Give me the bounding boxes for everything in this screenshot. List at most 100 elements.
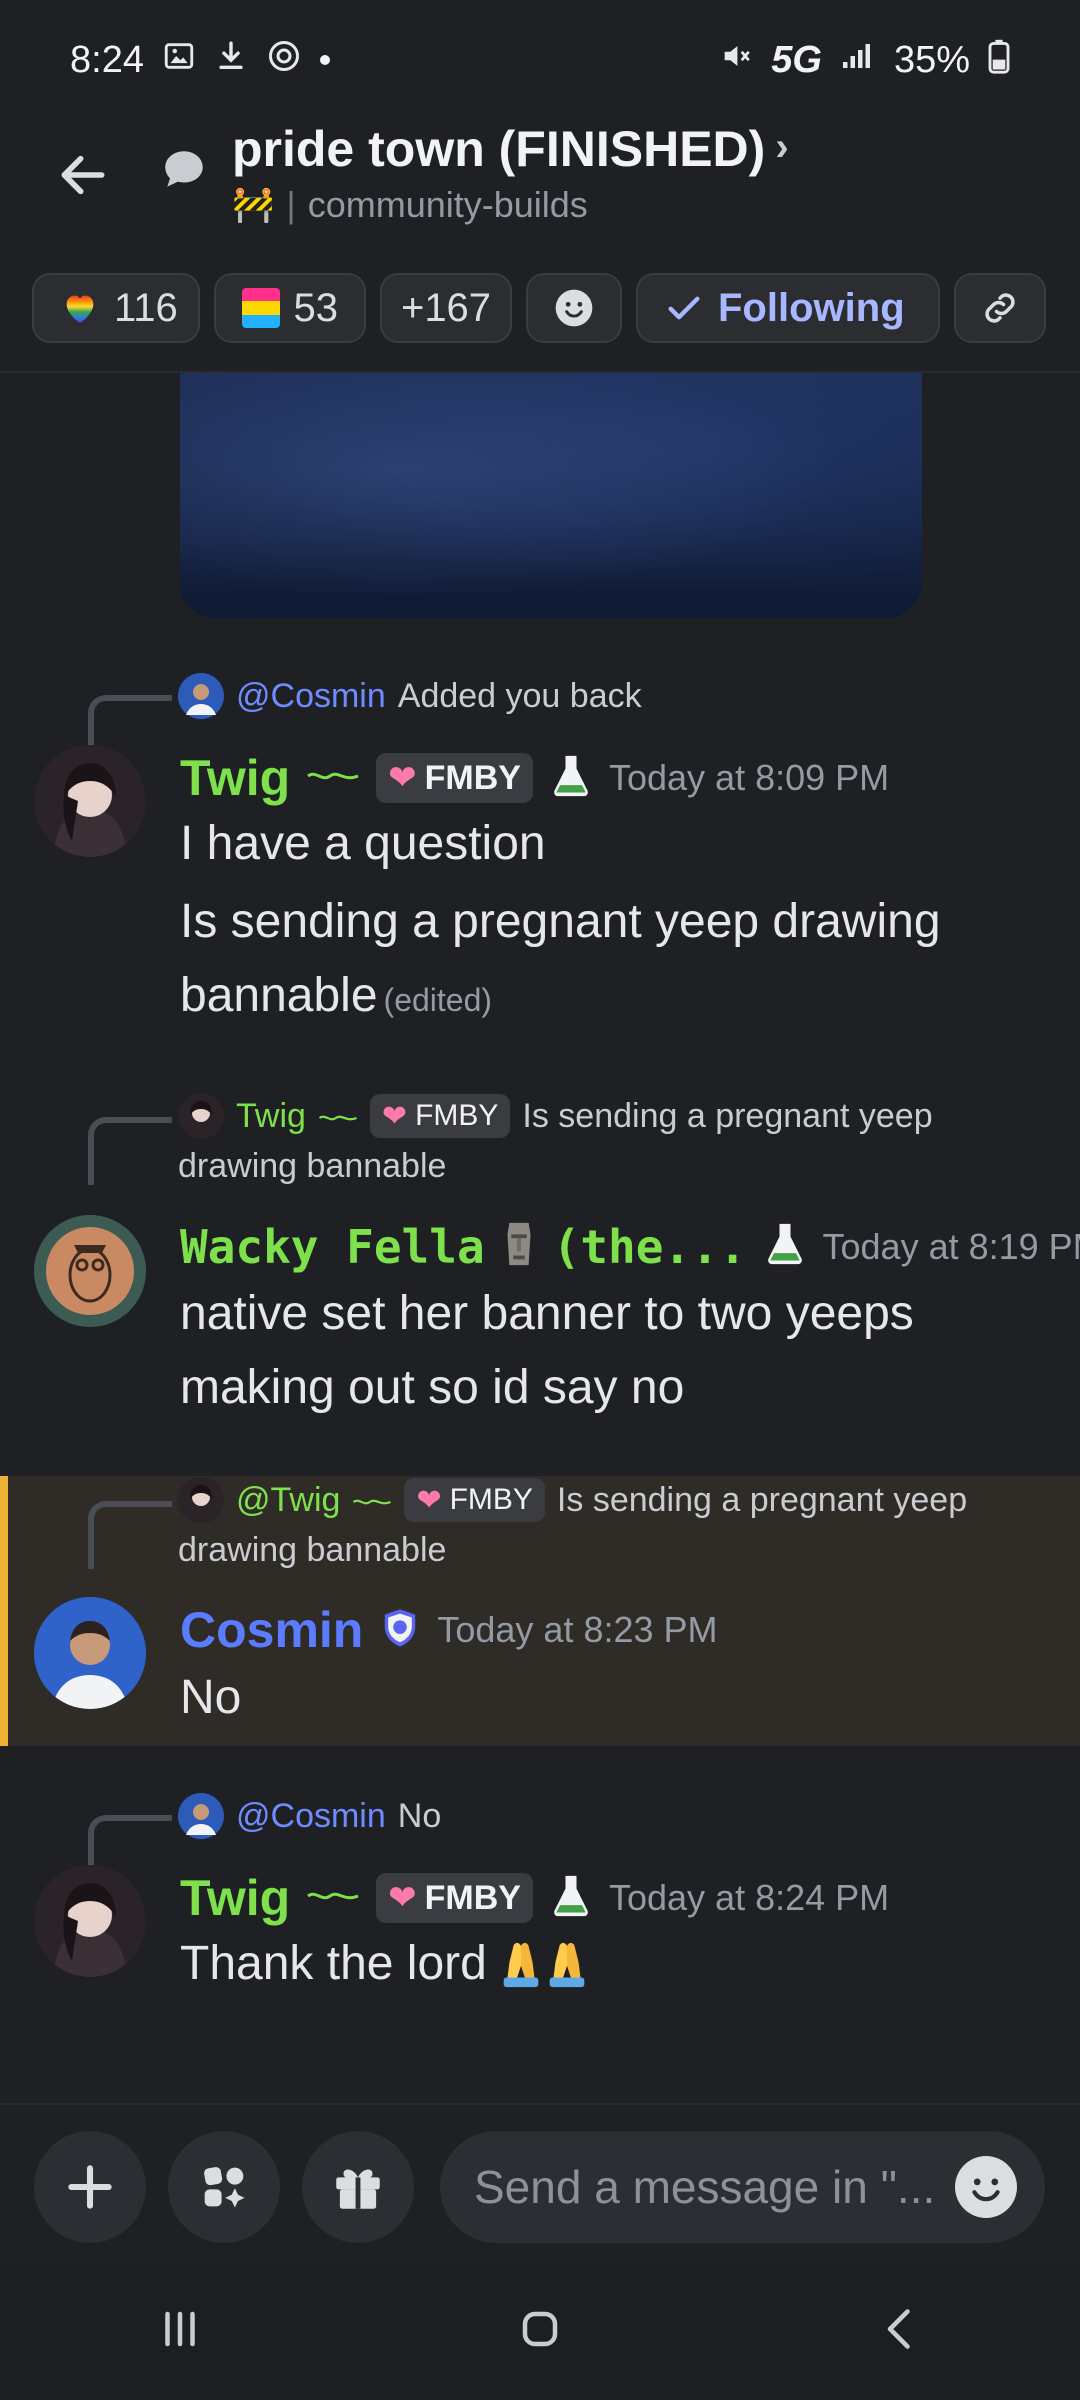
copy-link-button[interactable] <box>954 273 1046 343</box>
following-button[interactable]: Following <box>636 273 940 343</box>
reply-mention: @Cosmin <box>236 1796 386 1835</box>
chevron-right-icon: › <box>775 125 789 169</box>
avatar-wacky-fella[interactable] <box>34 1215 146 1327</box>
author-name[interactable]: Cosmin <box>180 1601 363 1659</box>
discord-staff-shield-icon <box>379 1606 421 1655</box>
message-line: bannable (edited) <box>180 959 941 1037</box>
more-reactions-button[interactable]: +167 <box>380 273 512 343</box>
vine-icon <box>352 1481 392 1520</box>
reply-avatar-cosmin <box>178 673 224 719</box>
attach-button[interactable] <box>34 2131 146 2243</box>
avatar-cosmin[interactable] <box>34 1597 146 1709</box>
reply-avatar-cosmin <box>178 1793 224 1839</box>
apps-button[interactable] <box>168 2131 280 2243</box>
flask-icon <box>549 1872 593 1925</box>
pan-flag-icon <box>242 288 280 328</box>
edited-label: (edited) <box>383 982 493 1018</box>
channel-name: community-builds <box>307 184 588 225</box>
message-line: Is sending a pregnant yeep drawing <box>180 885 941 959</box>
status-bar: 8:24 5G 35% <box>0 0 1080 120</box>
battery-icon <box>988 38 1010 83</box>
reply-connector <box>88 1117 172 1185</box>
reaction-pan-flag[interactable]: 53 <box>214 273 366 343</box>
reply-server-tag: ❤ FMBY <box>369 1094 511 1138</box>
message-time: Today at 8:23 PM <box>437 1609 718 1650</box>
reaction-rainbow-heart[interactable]: 116 <box>32 273 200 343</box>
reply-preview[interactable]: @Cosmin No <box>178 1793 441 1839</box>
reply-preview[interactable]: Twig ❤ FMBY Is sending a pregnant yeep <box>178 1093 933 1139</box>
gallery-icon <box>162 39 196 82</box>
reply-mention: @Cosmin <box>236 676 386 715</box>
message-input[interactable]: Send a message in "... <box>440 2131 1045 2243</box>
message-time: Today at 8:09 PM <box>608 757 890 798</box>
pink-heart-icon: ❤ <box>381 1099 408 1133</box>
rainbow-heart-icon <box>60 288 100 328</box>
message-time: Today at 8:19 PM <box>822 1225 1080 1267</box>
moai-icon <box>501 1219 537 1274</box>
flask-icon <box>549 752 593 805</box>
thread-title-button[interactable]: pride town (FINISHED) › <box>232 120 789 178</box>
home-button[interactable] <box>510 2299 570 2364</box>
reply-avatar-twig <box>178 1477 224 1523</box>
construction-icon: 🚧 <box>232 186 275 224</box>
add-reaction-button[interactable] <box>526 273 622 343</box>
back-button[interactable] <box>48 140 118 210</box>
message-body: I have a question Is sending a pregnant … <box>180 807 941 1037</box>
avatar-twig[interactable] <box>34 745 146 857</box>
message-line: making out so id say no <box>180 1361 685 1414</box>
message-twig-2: @Cosmin No Twig ❤ FMBY Today at 8:24 PM <box>0 1793 1080 2053</box>
avatar-twig[interactable] <box>34 1865 146 1977</box>
message-list: @Cosmin Added you back Twig ❤ FMBY Today… <box>0 373 1080 2103</box>
author-name[interactable]: Wacky Fella <box>180 1220 485 1274</box>
reply-username: Twig <box>236 1096 306 1135</box>
vine-icon <box>318 1097 358 1136</box>
author-name[interactable]: Twig <box>180 749 290 807</box>
pink-heart-icon: ❤ <box>388 759 417 797</box>
download-icon <box>214 39 248 82</box>
message-line: No <box>180 1671 242 1724</box>
reply-preview[interactable]: @Twig ❤ FMBY Is sending a pregnant yeep <box>178 1477 967 1523</box>
message-twig-1: @Cosmin Added you back Twig ❤ FMBY Today… <box>0 673 1080 1033</box>
message-body: Thank the lord <box>180 1927 589 2001</box>
author-row: Twig ❤ FMBY Today at 8:24 PM <box>180 1869 889 1927</box>
smiley-icon <box>555 289 593 327</box>
server-tag[interactable]: ❤ FMBY <box>376 1873 533 1923</box>
message-line-text: Is sending a pregnant yeep drawing <box>180 895 941 948</box>
apps-sparkle-icon <box>204 2167 245 2208</box>
status-time: 8:24 <box>70 38 144 81</box>
gift-button[interactable] <box>302 2131 414 2243</box>
reply-text: Is sending a pregnant yeep <box>556 1480 968 1519</box>
message-body: No <box>180 1661 241 1735</box>
message-body: native set her banner to two yeeps makin… <box>180 1277 914 1425</box>
emoji-picker-button[interactable] <box>955 2156 1017 2218</box>
vine-icon <box>306 1884 360 1913</box>
reply-preview[interactable]: @Cosmin Added you back <box>178 673 642 719</box>
plus-icon <box>68 2165 112 2209</box>
screen: 8:24 5G 35% pride town (FINISHED) › 🚧 | … <box>0 0 1080 2400</box>
gift-icon <box>336 2169 380 2209</box>
system-back-button[interactable] <box>870 2299 930 2364</box>
recent-apps-button[interactable] <box>150 2299 210 2364</box>
battery-percent: 35% <box>893 38 970 81</box>
server-tag-label: FMBY <box>424 758 521 797</box>
author-name[interactable]: Twig <box>180 1869 290 1927</box>
flask-icon <box>763 1220 807 1273</box>
reply-connector <box>88 1501 172 1569</box>
pink-heart-icon: ❤ <box>388 1879 417 1917</box>
notification-dot-icon <box>319 55 330 65</box>
reply-avatar-twig <box>178 1093 224 1139</box>
reaction-count-2: 53 <box>293 285 339 330</box>
message-time: Today at 8:24 PM <box>608 1877 890 1918</box>
reply-server-tag: ❤ FMBY <box>404 1478 545 1522</box>
channel-subtitle[interactable]: 🚧 | community-builds <box>232 184 588 226</box>
link-icon <box>985 293 1015 323</box>
image-attachment[interactable] <box>180 373 922 618</box>
following-label: Following <box>718 285 905 330</box>
pink-heart-icon: ❤ <box>416 1483 442 1517</box>
server-tag[interactable]: ❤ FMBY <box>376 753 533 803</box>
reply-server-tag-label: FMBY <box>415 1099 499 1132</box>
signal-icon <box>840 41 876 80</box>
reply-text: No <box>397 1796 442 1835</box>
praying-hands-icon <box>499 1939 589 1989</box>
network-label: 5G <box>771 38 822 81</box>
